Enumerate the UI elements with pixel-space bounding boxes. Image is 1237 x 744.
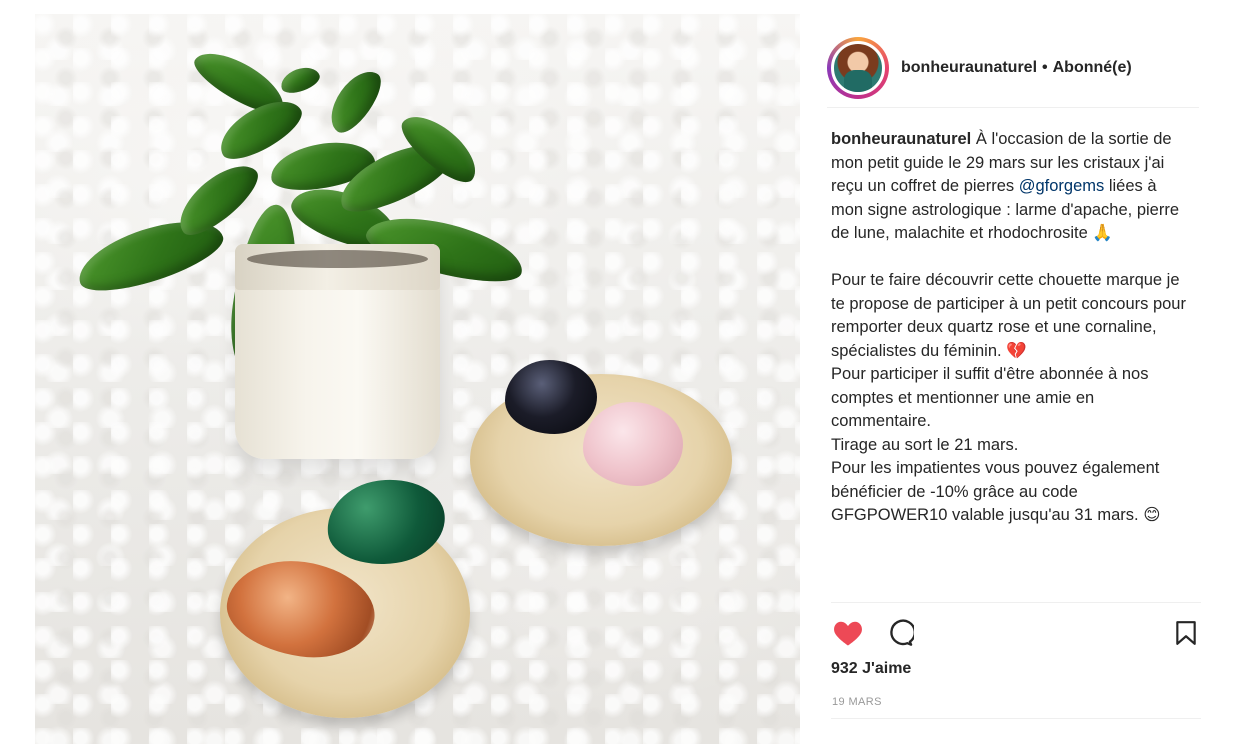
plant-pot bbox=[235, 244, 440, 459]
header-username[interactable]: bonheuraunaturel bbox=[901, 59, 1037, 76]
pink-quartz-stone bbox=[583, 402, 683, 486]
post-caption: bonheuraunaturel À l'occasion de la sort… bbox=[831, 128, 1191, 604]
caption-username[interactable]: bonheuraunaturel bbox=[831, 130, 971, 148]
bookmark-icon bbox=[1176, 621, 1196, 645]
comment-bubble-icon bbox=[890, 619, 914, 646]
caption-mention[interactable]: @gforgems bbox=[1019, 177, 1105, 195]
follow-status[interactable]: Abonné(e) bbox=[1053, 59, 1132, 76]
post-photo[interactable] bbox=[35, 14, 800, 744]
action-bar bbox=[831, 616, 1201, 650]
avatar[interactable] bbox=[831, 40, 885, 95]
post-side-panel: bonheuraunaturel • Abonné(e) bonheuraunatu… bbox=[815, 14, 1237, 744]
heart-filled-icon bbox=[834, 621, 862, 646]
likes-count[interactable]: 932 J'aime bbox=[831, 660, 911, 678]
comment-button[interactable] bbox=[883, 616, 917, 650]
caption-paragraph-2: Pour te faire découvrir cette chouette m… bbox=[831, 271, 1186, 524]
black-stone bbox=[505, 360, 597, 434]
save-button[interactable] bbox=[1169, 616, 1203, 650]
post-date[interactable]: 19 MARS bbox=[832, 696, 882, 708]
post-header: bonheuraunaturel • Abonné(e) bbox=[827, 34, 1199, 108]
caption-paragraph-1: bonheuraunaturel À l'occasion de la sort… bbox=[831, 128, 1191, 246]
story-ring[interactable] bbox=[827, 36, 889, 99]
divider bbox=[831, 602, 1201, 603]
divider bbox=[831, 718, 1201, 719]
like-button[interactable] bbox=[831, 616, 865, 650]
header-text: bonheuraunaturel • Abonné(e) bbox=[901, 59, 1132, 77]
header-separator: • bbox=[1042, 58, 1048, 76]
